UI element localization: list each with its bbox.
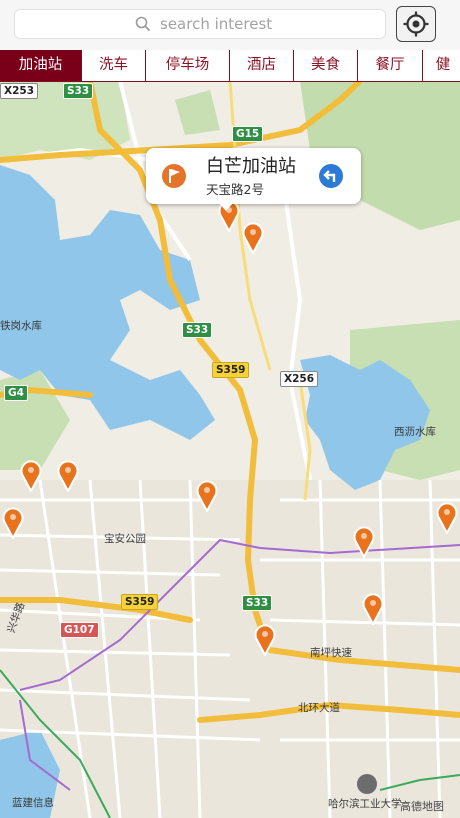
road-shield: S33 <box>63 83 94 99</box>
gas-station-pin[interactable] <box>240 220 266 254</box>
tab-parking[interactable]: 停车场 <box>146 50 230 81</box>
poi-callout[interactable]: 白芒加油站 天宝路2号 <box>146 148 361 211</box>
gas-station-pin[interactable] <box>252 622 278 656</box>
gas-station-pin[interactable] <box>194 478 220 512</box>
road-shield: G15 <box>232 126 264 142</box>
map-label: 北环大道 <box>298 702 340 714</box>
map-label: 哈尔滨工业大学 <box>328 798 402 810</box>
callout-tail <box>218 202 234 211</box>
search-icon <box>135 16 151 32</box>
gas-station-pin[interactable] <box>18 458 44 492</box>
tab-gas-station[interactable]: 加油站 <box>0 50 82 81</box>
road-shield: S33 <box>242 595 273 611</box>
gas-station-pin[interactable] <box>0 505 26 539</box>
map-label: 西沥水库 <box>394 426 436 438</box>
gas-station-pin[interactable] <box>434 500 460 534</box>
road-shield: G107 <box>60 622 99 638</box>
road-shield: S359 <box>212 362 250 378</box>
poi-title: 白芒加油站 <box>206 156 296 177</box>
tab-hotel[interactable]: 酒店 <box>230 50 294 81</box>
search-placeholder: search interest <box>160 15 273 33</box>
map-label: 蓝建信息 <box>12 797 54 809</box>
gas-station-pin[interactable] <box>360 591 386 625</box>
directions-icon[interactable] <box>318 163 344 189</box>
road-shield: S33 <box>182 322 213 338</box>
road-shield: X256 <box>280 371 319 387</box>
road-shield: G4 <box>4 385 28 401</box>
tab-restaurant[interactable]: 餐厅 <box>358 50 423 81</box>
poi-address: 天宝路2号 <box>206 182 264 197</box>
map-label: 铁岗水库 <box>0 320 42 332</box>
locate-me-button[interactable] <box>396 6 436 42</box>
search-field[interactable]: search interest <box>14 9 386 39</box>
road-shield: S359 <box>121 594 159 610</box>
category-tabs: 加油站 洗车 停车场 酒店 美食 餐厅 健 <box>0 50 460 82</box>
gas-station-pin[interactable] <box>351 524 377 558</box>
map-label: 南坪快速 <box>310 647 352 659</box>
map-provider-logo: 高德地图 <box>400 800 444 813</box>
map-label: 宝安公园 <box>104 533 146 545</box>
tab-health[interactable]: 健 <box>423 50 460 81</box>
university-icon <box>357 774 377 794</box>
tab-car-wash[interactable]: 洗车 <box>82 50 146 81</box>
gas-station-pin[interactable] <box>55 458 81 492</box>
road-shield: X253 <box>0 83 39 99</box>
top-bar: search interest <box>0 0 460 51</box>
crosshair-icon <box>403 11 429 37</box>
tab-food[interactable]: 美食 <box>294 50 358 81</box>
flag-icon[interactable] <box>161 163 187 189</box>
